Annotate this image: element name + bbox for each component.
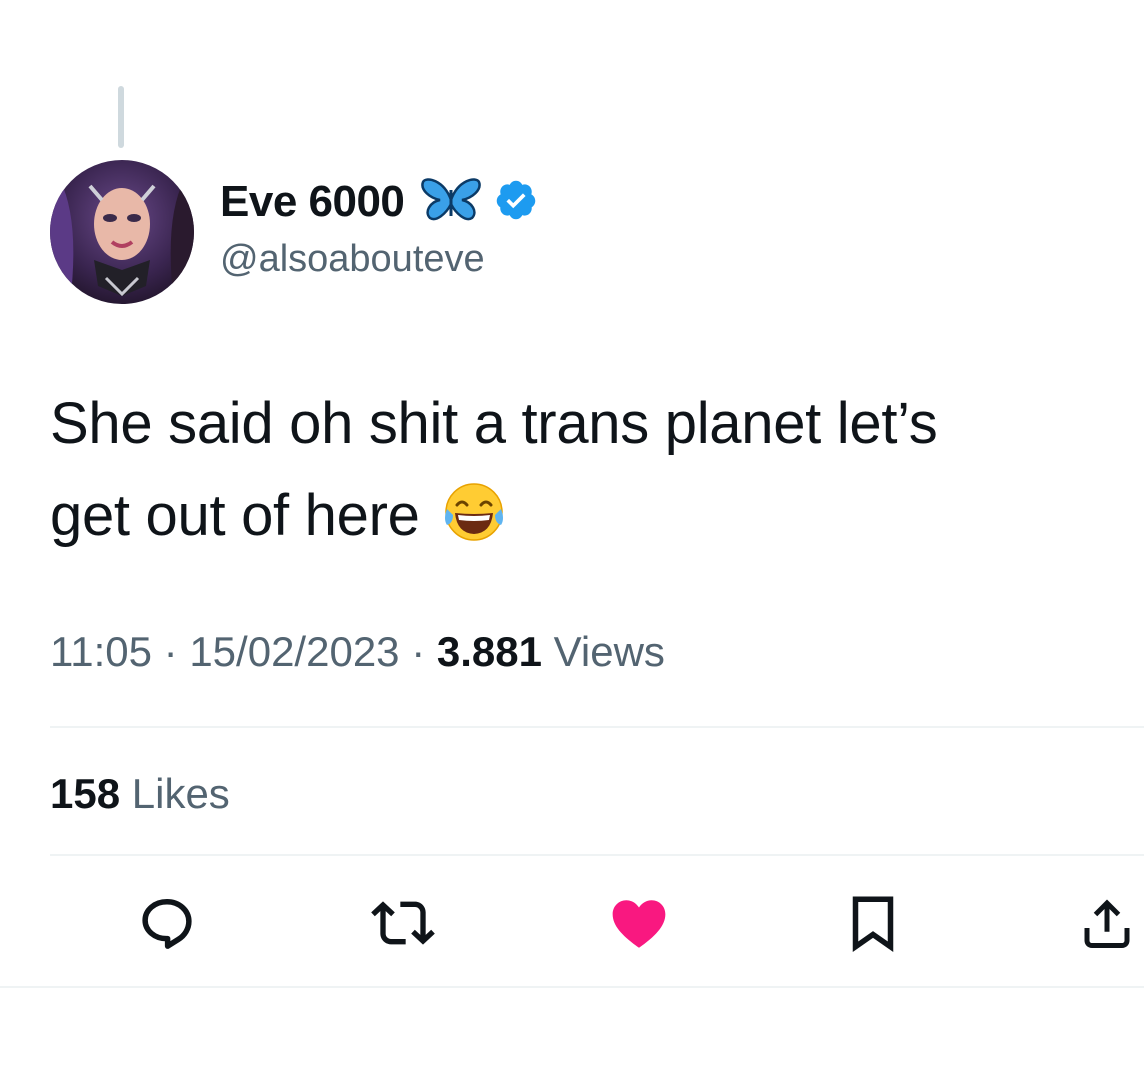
butterfly-icon [404,176,482,229]
bookmark-button[interactable] [840,890,906,956]
heart-icon [612,900,666,948]
avatar[interactable] [50,160,194,304]
laughing-tears-emoji-icon [435,483,507,548]
bookmark-icon [852,896,894,953]
like-button[interactable] [606,890,672,956]
share-icon [1084,899,1130,948]
views-label: Views [553,628,665,675]
reply-icon [142,899,192,949]
tweet-date[interactable]: 15/02/2023 [189,628,399,675]
verified-badge-icon [482,178,538,227]
divider [50,854,1144,856]
likes-count: 158 [50,770,121,817]
meta-separator: · [152,628,190,675]
divider [50,726,1144,728]
avatar-image [50,160,194,304]
reply-button[interactable] [134,890,200,956]
views-count: 3.881 [436,628,542,675]
tweet-author: Eve 6000 @alsoabouteve [220,172,538,281]
meta-separator: · [399,628,437,675]
tweet-text-line-1: She said oh shit a trans planet let’s [50,391,938,456]
tweet-meta: 11:05 · 15/02/2023 · 3.881 Views [50,628,665,676]
share-button[interactable] [1074,890,1140,956]
display-name[interactable]: Eve 6000 [220,177,405,227]
likes-row[interactable]: 158 Likes [50,770,230,818]
retweet-button[interactable] [370,890,436,956]
tweet-time[interactable]: 11:05 [50,628,152,675]
user-handle[interactable]: @alsoabouteve [220,238,538,281]
bottom-divider [0,986,1144,988]
retweet-icon [371,901,435,945]
tweet-text-line-2: get out of here [50,483,420,548]
thread-connector-line [118,86,124,148]
tweet-text: She said oh shit a trans planet let’s ge… [50,378,1130,562]
likes-label: Likes [131,770,230,817]
